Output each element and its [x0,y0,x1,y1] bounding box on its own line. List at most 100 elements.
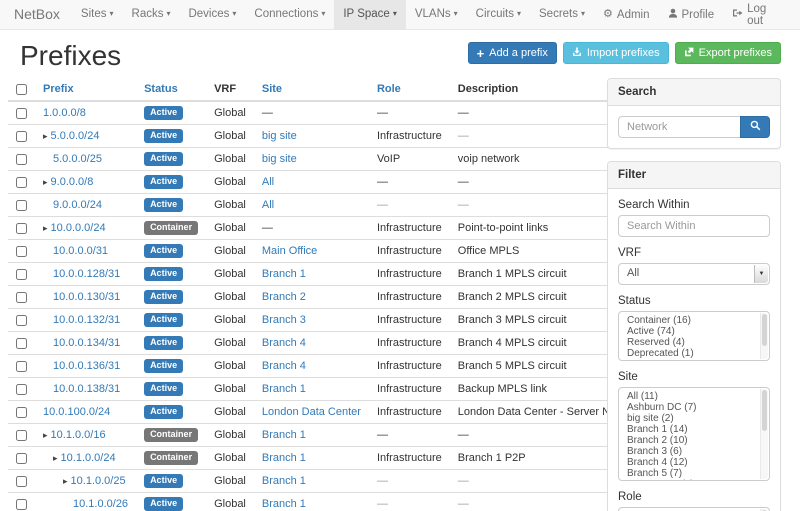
nav-admin[interactable]: ⚙ Admin [594,0,658,29]
nav-item-vlans[interactable]: VLANs▾ [406,0,467,29]
select-option[interactable]: big site (2) [619,413,769,424]
nav-item-racks[interactable]: Racks▾ [123,0,180,29]
select-all-checkbox[interactable] [16,84,27,95]
site-link[interactable]: All [262,199,274,211]
select-option[interactable]: Branch 3 (6) [619,446,769,457]
nav-item-ip-space[interactable]: IP Space▾ [334,0,405,29]
expand-arrow-icon[interactable]: ▸ [53,453,58,463]
nav-logout[interactable]: Log out [723,0,792,29]
prefix-link[interactable]: 10.0.0.0/31 [53,245,108,257]
nav-item-connections[interactable]: Connections▾ [245,0,334,29]
row-checkbox[interactable] [16,315,27,326]
nav-profile[interactable]: Profile [659,0,724,29]
col-header-prefix[interactable]: Prefix [35,78,136,101]
nav-item-circuits[interactable]: Circuits▾ [467,0,530,29]
row-checkbox[interactable] [16,292,27,303]
site-link[interactable]: Branch 4 [262,360,306,372]
expand-arrow-icon[interactable]: ▸ [43,131,48,141]
nav-item-devices[interactable]: Devices▾ [179,0,245,29]
site-link[interactable]: Branch 1 [262,383,306,395]
prefix-link[interactable]: 10.0.0.0/24 [51,222,106,234]
nav-item-secrets[interactable]: Secrets▾ [530,0,594,29]
row-checkbox[interactable] [16,131,27,142]
select-option[interactable]: Branch 2 (10) [619,435,769,446]
site-link[interactable]: Branch 2 [262,291,306,303]
site-link[interactable]: Branch 1 [262,475,306,487]
row-checkbox[interactable] [16,177,27,188]
select-option[interactable]: Branch 4 (12) [619,457,769,468]
prefix-link[interactable]: 10.0.0.128/31 [53,268,120,280]
site-link[interactable]: Branch 1 [262,498,306,510]
row-checkbox[interactable] [16,476,27,487]
search-button[interactable] [740,116,770,138]
row-checkbox[interactable] [16,407,27,418]
export-prefixes-button[interactable]: Export prefixes [675,42,781,64]
col-header-status[interactable]: Status [136,78,206,101]
expand-arrow-icon[interactable]: ▸ [43,430,48,440]
expand-arrow-icon[interactable]: ▸ [43,223,48,233]
row-checkbox[interactable] [16,430,27,441]
search-input[interactable] [618,116,740,138]
prefix-link[interactable]: 10.1.0.0/16 [51,429,106,441]
site-link[interactable]: Branch 1 [262,452,306,464]
prefix-link[interactable]: 10.0.100.0/24 [43,406,110,418]
row-checkbox[interactable] [16,384,27,395]
prefix-link[interactable]: 5.0.0.0/24 [51,130,100,142]
prefix-link[interactable]: 1.0.0.0/8 [43,107,86,119]
prefix-link[interactable]: 10.1.0.0/24 [61,452,116,464]
site-link[interactable]: Branch 3 [262,314,306,326]
row-checkbox[interactable] [16,269,27,280]
site-link[interactable]: big site [262,130,297,142]
site-link[interactable]: Branch 4 [262,337,306,349]
status-multiselect[interactable]: Container (16)Active (74)Reserved (4)Dep… [618,311,770,361]
select-option[interactable]: COLO-1-24 (9) [619,479,769,481]
row-checkbox[interactable] [16,108,27,119]
site-link[interactable]: Branch 1 [262,429,306,441]
search-within-input[interactable] [618,215,770,237]
site-link[interactable]: London Data Center [262,406,361,418]
row-checkbox[interactable] [16,453,27,464]
select-option[interactable]: Reserved (4) [619,337,769,348]
expand-arrow-icon[interactable]: ▸ [63,476,68,486]
row-checkbox[interactable] [16,154,27,165]
prefix-link[interactable]: 10.0.0.138/31 [53,383,120,395]
site-link[interactable]: Main Office [262,245,317,257]
expand-arrow-icon[interactable]: ▸ [43,177,48,187]
vrf-select[interactable]: All ▼ [618,263,770,285]
select-option[interactable]: Active (74) [619,326,769,337]
row-checkbox[interactable] [16,361,27,372]
prefix-link[interactable]: 10.1.0.0/26 [73,498,128,510]
prefix-link[interactable]: 9.0.0.0/8 [51,176,94,188]
select-option[interactable]: Branch 5 (7) [619,468,769,479]
select-option[interactable]: All (11) [619,391,769,402]
col-header-role[interactable]: Role [369,78,450,101]
site-multiselect[interactable]: All (11)Ashburn DC (7)big site (2)Branch… [618,387,770,481]
select-option[interactable]: Branch 1 (14) [619,424,769,435]
row-checkbox[interactable] [16,499,27,510]
row-checkbox[interactable] [16,200,27,211]
brand-netbox[interactable]: NetBox [0,0,72,29]
prefix-link[interactable]: 9.0.0.0/24 [53,199,102,211]
select-option[interactable]: Ashburn DC (7) [619,402,769,413]
row-checkbox[interactable] [16,246,27,257]
select-option[interactable]: Deprecated (1) [619,348,769,359]
add-prefix-button[interactable]: + Add a prefix [468,42,557,64]
site-link[interactable]: All [262,176,274,188]
prefix-link[interactable]: 10.1.0.0/25 [71,475,126,487]
role-multiselect[interactable]: Infrastructure (25)Management (8)Private… [618,507,770,511]
prefix-link[interactable]: 10.0.0.130/31 [53,291,120,303]
prefix-link[interactable]: 5.0.0.0/25 [53,153,102,165]
row-checkbox[interactable] [16,223,27,234]
col-header-site[interactable]: Site [254,78,369,101]
row-checkbox[interactable] [16,338,27,349]
prefix-link[interactable]: 10.0.0.136/31 [53,360,120,372]
import-prefixes-button[interactable]: Import prefixes [563,42,669,64]
prefix-link[interactable]: 10.0.0.132/31 [53,314,120,326]
site-link[interactable]: Branch 1 [262,268,306,280]
site-link[interactable]: big site [262,153,297,165]
site-scrollbar[interactable] [760,389,768,479]
prefix-link[interactable]: 10.0.0.134/31 [53,337,120,349]
select-option[interactable]: Container (16) [619,315,769,326]
nav-item-sites[interactable]: Sites▾ [72,0,123,29]
status-scrollbar[interactable] [760,313,768,359]
